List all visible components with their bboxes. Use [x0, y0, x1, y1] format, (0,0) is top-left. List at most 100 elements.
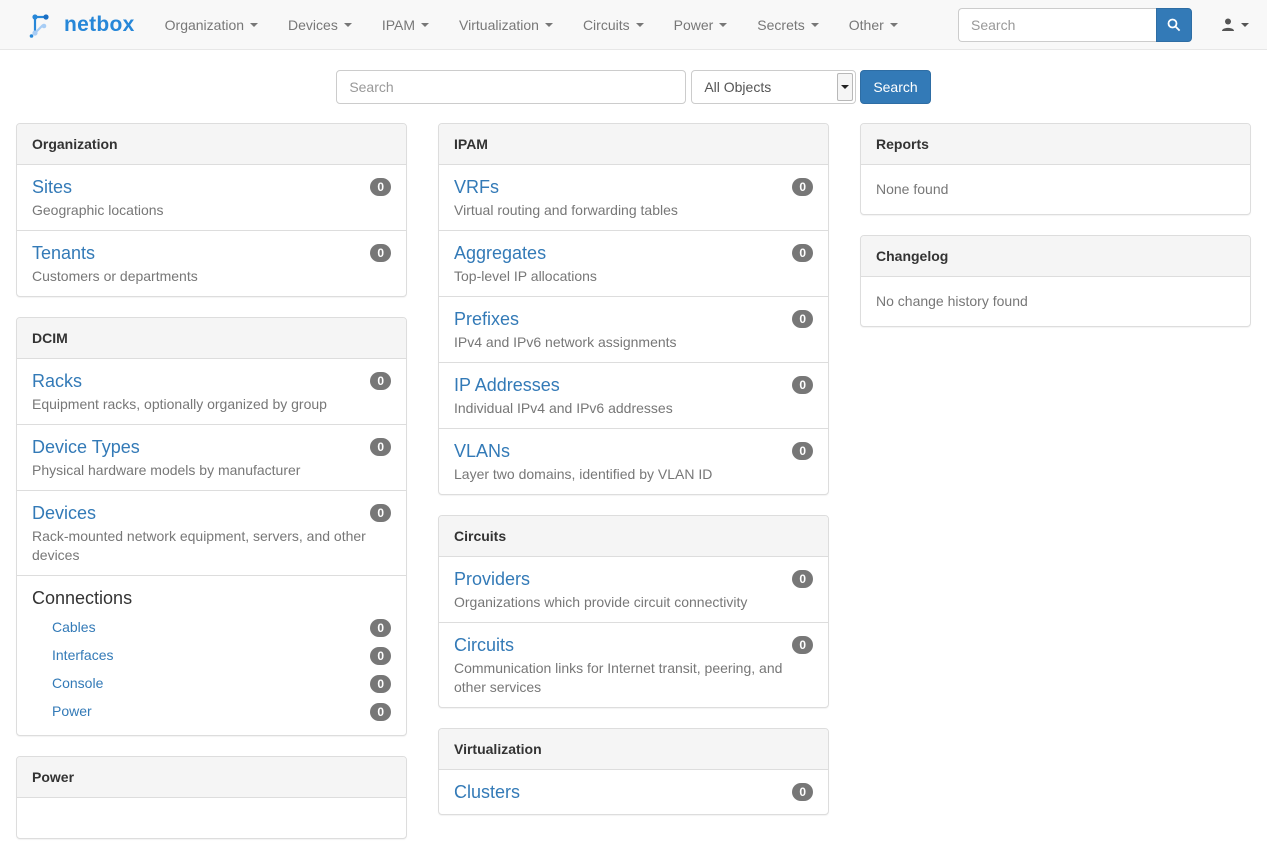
- circuits-link[interactable]: Circuits: [454, 633, 514, 657]
- chevron-down-icon: [344, 23, 352, 27]
- sub-row: 0 Console: [32, 669, 391, 697]
- object-type-select[interactable]: All Objects: [691, 70, 856, 104]
- main-menu: Organization Devices IPAM Virtualization…: [150, 0, 913, 49]
- tenants-link[interactable]: Tenants: [32, 241, 95, 265]
- devices-link[interactable]: Devices: [32, 501, 96, 525]
- menu-organization[interactable]: Organization: [150, 0, 273, 49]
- panel-title: Power: [17, 757, 406, 798]
- list-item: 0 IP Addresses Individual IPv4 and IPv6 …: [439, 362, 828, 428]
- clusters-link[interactable]: Clusters: [454, 780, 520, 804]
- list-item: 0 Racks Equipment racks, optionally orga…: [17, 359, 406, 424]
- menu-other[interactable]: Other: [834, 0, 913, 49]
- panel-title: DCIM: [17, 318, 406, 359]
- count-badge: 0: [370, 647, 391, 665]
- sub-row: 0 Cables: [32, 613, 391, 641]
- navbar-right: [958, 0, 1267, 49]
- providers-link[interactable]: Providers: [454, 567, 530, 591]
- device-types-link[interactable]: Device Types: [32, 435, 140, 459]
- user-icon: [1220, 17, 1236, 33]
- chevron-down-icon: [811, 23, 819, 27]
- count-badge: 0: [370, 703, 391, 721]
- ip-addresses-link[interactable]: IP Addresses: [454, 373, 560, 397]
- list-item: 0 Tenants Customers or departments: [17, 230, 406, 296]
- panel-body: [17, 798, 406, 838]
- cables-link[interactable]: Cables: [52, 619, 96, 635]
- power-connections-link[interactable]: Power: [52, 703, 92, 719]
- menu-power[interactable]: Power: [659, 0, 743, 49]
- menu-label: Secrets: [757, 17, 804, 33]
- item-description: Layer two domains, identified by VLAN ID: [454, 465, 813, 484]
- user-menu[interactable]: [1220, 17, 1249, 33]
- count-badge: 0: [370, 244, 391, 262]
- column-right: Reports None found Changelog No change h…: [860, 123, 1251, 347]
- menu-virtualization[interactable]: Virtualization: [444, 0, 568, 49]
- count-badge: 0: [792, 376, 813, 394]
- global-search-input[interactable]: [336, 70, 686, 104]
- brand-name: netbox: [64, 13, 135, 37]
- changelog-empty-text: No change history found: [861, 277, 1250, 326]
- sites-link[interactable]: Sites: [32, 175, 72, 199]
- list-item: 0 Device Types Physical hardware models …: [17, 424, 406, 490]
- chevron-down-icon: [636, 23, 644, 27]
- menu-label: Other: [849, 17, 884, 33]
- menu-ipam[interactable]: IPAM: [367, 0, 444, 49]
- interfaces-link[interactable]: Interfaces: [52, 647, 113, 663]
- count-badge: 0: [792, 783, 813, 801]
- panel-dcim: DCIM 0 Racks Equipment racks, optionally…: [16, 317, 407, 736]
- panel-title: Changelog: [861, 236, 1250, 277]
- panel-title: Organization: [17, 124, 406, 165]
- list-item: 0 Sites Geographic locations: [17, 165, 406, 230]
- list-item: 0 Prefixes IPv4 and IPv6 network assignm…: [439, 296, 828, 362]
- column-middle: IPAM 0 VRFs Virtual routing and forwardi…: [438, 123, 829, 835]
- count-badge: 0: [370, 675, 391, 693]
- list-item: 0 Providers Organizations which provide …: [439, 557, 828, 622]
- menu-label: Circuits: [583, 17, 630, 33]
- chevron-down-icon: [545, 23, 553, 27]
- count-badge: 0: [370, 178, 391, 196]
- search-icon: [1167, 18, 1181, 32]
- global-search-button[interactable]: Search: [860, 70, 930, 104]
- racks-link[interactable]: Racks: [32, 369, 82, 393]
- menu-label: IPAM: [382, 17, 415, 33]
- item-description: Rack-mounted network equipment, servers,…: [32, 527, 391, 565]
- navbar-search-form: [958, 8, 1192, 42]
- top-navbar: netbox Organization Devices IPAM Virtual…: [0, 0, 1267, 50]
- aggregates-link[interactable]: Aggregates: [454, 241, 546, 265]
- prefixes-link[interactable]: Prefixes: [454, 307, 519, 331]
- panel-title: IPAM: [439, 124, 828, 165]
- list-item: 0 Clusters: [439, 770, 828, 814]
- navbar-search-input[interactable]: [958, 8, 1156, 42]
- count-badge: 0: [792, 636, 813, 654]
- list-item: 0 VRFs Virtual routing and forwarding ta…: [439, 165, 828, 230]
- panel-organization: Organization 0 Sites Geographic location…: [16, 123, 407, 297]
- panel-title: Virtualization: [439, 729, 828, 770]
- menu-devices[interactable]: Devices: [273, 0, 367, 49]
- menu-label: Virtualization: [459, 17, 539, 33]
- count-badge: 0: [792, 178, 813, 196]
- panel-changelog: Changelog No change history found: [860, 235, 1251, 327]
- list-item: 0 Devices Rack-mounted network equipment…: [17, 490, 406, 575]
- count-badge: 0: [370, 438, 391, 456]
- panel-ipam: IPAM 0 VRFs Virtual routing and forwardi…: [438, 123, 829, 495]
- panel-virtualization: Virtualization 0 Clusters: [438, 728, 829, 815]
- count-badge: 0: [792, 244, 813, 262]
- vlans-link[interactable]: VLANs: [454, 439, 510, 463]
- column-left: Organization 0 Sites Geographic location…: [16, 123, 407, 859]
- navbar-search-button[interactable]: [1156, 8, 1192, 42]
- list-item: 0 VLANs Layer two domains, identified by…: [439, 428, 828, 494]
- item-description: Top-level IP allocations: [454, 267, 813, 286]
- netbox-brand-link[interactable]: netbox: [0, 0, 150, 49]
- console-link[interactable]: Console: [52, 675, 103, 691]
- list-item: 0 Circuits Communication links for Inter…: [439, 622, 828, 707]
- menu-label: Devices: [288, 17, 338, 33]
- panel-circuits: Circuits 0 Providers Organizations which…: [438, 515, 829, 708]
- dashboard-columns: Organization 0 Sites Geographic location…: [0, 123, 1267, 859]
- sub-row: 0 Power: [32, 697, 391, 725]
- menu-secrets[interactable]: Secrets: [742, 0, 833, 49]
- count-badge: 0: [792, 310, 813, 328]
- menu-label: Power: [674, 17, 714, 33]
- chevron-down-icon: [719, 23, 727, 27]
- vrfs-link[interactable]: VRFs: [454, 175, 499, 199]
- count-badge: 0: [792, 570, 813, 588]
- menu-circuits[interactable]: Circuits: [568, 0, 659, 49]
